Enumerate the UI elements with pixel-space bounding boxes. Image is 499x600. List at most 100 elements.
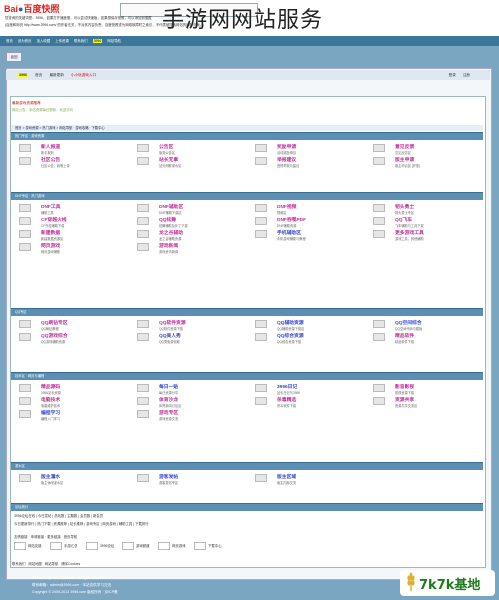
forum-title[interactable]: 韧头勇士 [395, 203, 414, 210]
forum-thumb-icon[interactable] [137, 144, 149, 152]
forum-title[interactable]: QQ空间综合 [395, 319, 422, 326]
forum-thumb-icon[interactable] [137, 410, 149, 418]
footer-link[interactable]: 清除Cookies [61, 562, 80, 566]
friend-link[interactable]: 3996论坛 [100, 543, 114, 548]
forum-thumb-icon[interactable] [19, 333, 31, 341]
forum-thumb-icon[interactable] [373, 230, 385, 238]
forum-thumb-icon[interactable] [137, 333, 149, 341]
forum-thumb-icon[interactable] [137, 204, 149, 212]
forum-title[interactable]: CF穿越火线 [41, 216, 67, 223]
forum-thumb-icon[interactable] [255, 333, 267, 341]
forum-title[interactable]: 版主区域 [277, 473, 296, 480]
forum-thumb-icon[interactable] [19, 230, 31, 238]
forum-thumb-icon[interactable] [255, 217, 267, 225]
forum-thumb-icon[interactable] [19, 157, 31, 165]
forum-thumb-icon[interactable] [373, 144, 385, 152]
friend-link[interactable]: 手游汇总 [64, 543, 78, 548]
link-thumb-icon[interactable] [158, 542, 170, 550]
forum-thumb-icon[interactable] [19, 217, 31, 225]
forum-thumb-icon[interactable] [137, 320, 149, 328]
forum-thumb-icon[interactable] [255, 397, 267, 405]
forum-thumb-icon[interactable] [19, 474, 31, 482]
forum-thumb-icon[interactable] [137, 384, 149, 392]
topbar-link[interactable]: 首页 [35, 73, 42, 77]
forum-thumb-icon[interactable] [255, 474, 267, 482]
strip-item[interactable]: 首页 [6, 39, 13, 43]
baidu-logo[interactable]: Bai●百度快照 [4, 2, 59, 15]
forum-thumb-icon[interactable] [373, 320, 385, 328]
forum-thumb-icon[interactable] [19, 204, 31, 212]
forum-title[interactable]: 资源共享 [395, 396, 414, 403]
forum-title[interactable]: 网页游戏 [41, 242, 60, 249]
forum-thumb-icon[interactable] [373, 217, 385, 225]
forum-thumb-icon[interactable] [255, 230, 267, 238]
forum-thumb-icon[interactable] [373, 384, 385, 392]
forum-thumb-icon[interactable] [255, 320, 267, 328]
forum-title[interactable]: 每日一贴 [159, 383, 178, 390]
forum-title[interactable]: 新人报道 [41, 143, 60, 150]
forum-title[interactable]: QQ辅助资源 [277, 319, 304, 326]
forum-title[interactable]: 影音影视 [395, 383, 414, 390]
link-thumb-icon[interactable] [86, 542, 98, 550]
forum-thumb-icon[interactable] [19, 397, 31, 405]
forum-thumb-icon[interactable] [19, 243, 31, 251]
link-thumb-icon[interactable] [122, 542, 134, 550]
forum-title[interactable]: 站长无事 [159, 156, 178, 163]
friend-link[interactable]: 网页游戏 [172, 543, 186, 548]
forum-title[interactable]: QQ刷钻专区 [41, 319, 68, 326]
forum-title[interactable]: QQ炫舞 [159, 216, 176, 223]
strip-item[interactable]: 联系我们 [74, 39, 88, 43]
forum-title[interactable]: 更多游戏工具 [395, 229, 424, 236]
forum-title[interactable]: 社区公告 [41, 156, 60, 163]
forum-thumb-icon[interactable] [373, 157, 385, 165]
forum-title[interactable]: 手机辅助区 [277, 229, 301, 236]
site-logo[interactable]: 3996 [18, 73, 28, 77]
forum-thumb-icon[interactable] [137, 157, 149, 165]
back-button[interactable]: 返回 [6, 52, 22, 62]
forum-title[interactable]: 龙之谷辅助 [159, 229, 183, 236]
forum-thumb-icon[interactable] [19, 320, 31, 328]
friend-link[interactable]: 下载中心 [208, 543, 222, 548]
strip-item[interactable]: 上传资源 [55, 39, 69, 43]
forum-title[interactable]: 游戏新闻 [159, 242, 178, 249]
footer-link[interactable]: 网站导航 [45, 562, 59, 566]
forum-title[interactable]: 游客发帖 [159, 473, 178, 480]
forum-title[interactable]: 版主申请 [395, 156, 414, 163]
link-thumb-icon[interactable] [50, 542, 62, 550]
forum-title[interactable]: 3996日记 [277, 383, 297, 390]
forum-thumb-icon[interactable] [137, 217, 149, 225]
forum-thumb-icon[interactable] [255, 144, 267, 152]
forum-thumb-icon[interactable] [137, 243, 149, 251]
forum-title[interactable]: QQ美人秀 [159, 332, 181, 339]
forum-title[interactable]: 编程学习 [41, 409, 60, 416]
forum-title[interactable]: DNF工具 [41, 203, 60, 210]
forum-title[interactable]: DNF辅助区 [159, 203, 183, 210]
section-bar[interactable]: 技术区 · 网页与编程 [11, 372, 483, 380]
forum-title[interactable]: 电脑技术 [41, 396, 60, 403]
forum-thumb-icon[interactable] [255, 204, 267, 212]
forum-thumb-icon[interactable] [373, 397, 385, 405]
forum-thumb-icon[interactable] [19, 144, 31, 152]
forum-thumb-icon[interactable] [19, 410, 31, 418]
forum-thumb-icon[interactable] [255, 157, 267, 165]
friend-link[interactable]: 网站友链 [28, 543, 42, 548]
forum-title[interactable]: QQ软件资源 [159, 319, 186, 326]
section-bar[interactable]: 热门专区 · 游戏资源 [11, 132, 483, 140]
footer-link[interactable]: 联系我们 [12, 562, 26, 566]
forum-title[interactable]: 游戏专区 [159, 409, 178, 416]
topbar-link[interactable]: 小小玩游戏入口 [71, 73, 96, 77]
forum-thumb-icon[interactable] [255, 384, 267, 392]
strip-item-highlight[interactable]: 3996 [92, 39, 103, 43]
forum-title[interactable]: QQ综合资源 [277, 332, 304, 339]
forum-title[interactable]: 精品软件 [395, 332, 414, 339]
forum-title[interactable]: 新建数据 [41, 229, 60, 236]
strip-item[interactable]: 加入收藏 [37, 39, 51, 43]
forum-title[interactable]: QQ游戏综合 [41, 332, 68, 339]
section-bar[interactable]: QQ专区 [11, 308, 483, 316]
forum-title[interactable]: 公告区 [159, 143, 173, 150]
link-thumb-icon[interactable] [194, 542, 206, 550]
forum-title[interactable]: 意见反馈 [395, 143, 414, 150]
footer-link[interactable]: 网站地图 [28, 562, 42, 566]
strip-item[interactable]: 网站导航 [107, 39, 121, 43]
section-bar[interactable]: 灌水区 [11, 462, 483, 470]
